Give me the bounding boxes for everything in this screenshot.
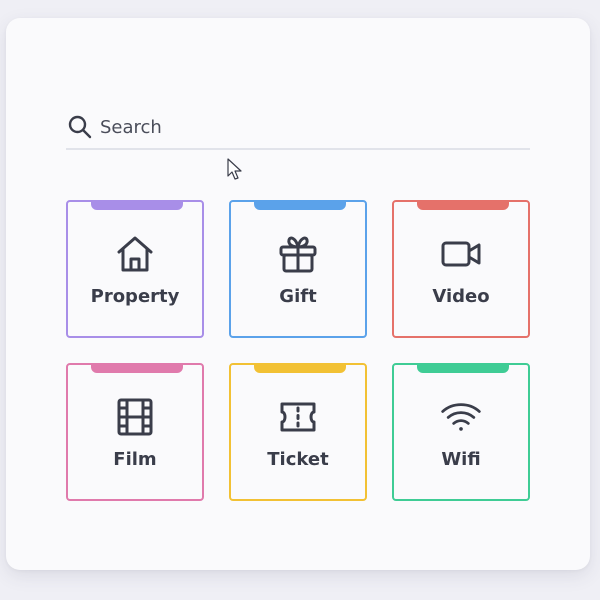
picker-card: Property Gift Video — [6, 18, 590, 570]
tile-label: Property — [90, 286, 180, 307]
tile-accent-tab — [417, 201, 509, 210]
mouse-cursor-icon — [227, 158, 242, 180]
tile-accent-tab — [417, 364, 509, 373]
tile-label: Gift — [279, 286, 317, 307]
tile-label: Film — [113, 449, 157, 470]
tile-video[interactable]: Video — [392, 200, 530, 338]
gift-icon — [276, 232, 320, 276]
ticket-icon — [276, 395, 320, 439]
film-icon — [113, 395, 157, 439]
video-camera-icon — [439, 232, 483, 276]
tile-ticket[interactable]: Ticket — [229, 363, 367, 501]
tile-accent-tab — [254, 364, 346, 373]
tile-wifi[interactable]: Wifi — [392, 363, 530, 501]
tile-label: Video — [432, 286, 490, 307]
tile-film[interactable]: Film — [66, 363, 204, 501]
tile-accent-tab — [91, 201, 183, 210]
home-icon — [113, 232, 157, 276]
tile-accent-tab — [91, 364, 183, 373]
search-icon — [66, 113, 94, 141]
wifi-icon — [439, 395, 483, 439]
tile-label: Ticket — [267, 449, 329, 470]
search-bar — [66, 106, 530, 150]
tile-accent-tab — [254, 201, 346, 210]
tile-property[interactable]: Property — [66, 200, 204, 338]
search-input[interactable] — [100, 112, 500, 142]
tile-gift[interactable]: Gift — [229, 200, 367, 338]
tile-label: Wifi — [441, 449, 481, 470]
